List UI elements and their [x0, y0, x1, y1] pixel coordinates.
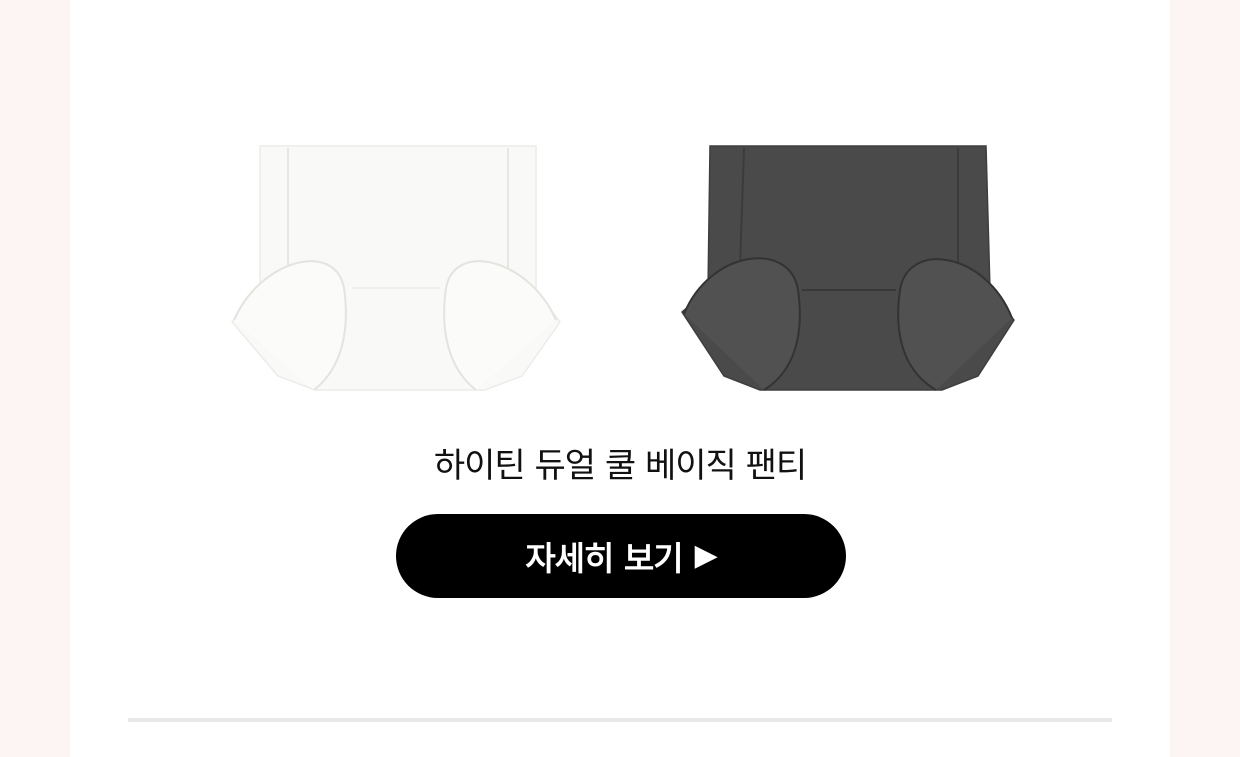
right-margin-background — [1170, 0, 1240, 757]
play-arrow-icon: ▶ — [694, 538, 718, 573]
product-panel: 하이틴 듀얼 쿨 베이직 팬티 자세히 보기 ▶ — [70, 0, 1170, 757]
product-image-gray[interactable] — [680, 140, 1020, 396]
view-details-label: 자세히 보기 — [525, 539, 683, 578]
left-margin-background — [0, 0, 70, 757]
view-details-button[interactable]: 자세히 보기 ▶ — [396, 514, 846, 598]
section-divider — [128, 718, 1112, 722]
product-name: 하이틴 듀얼 쿨 베이직 팬티 — [433, 446, 807, 486]
product-image-white[interactable] — [230, 140, 570, 396]
